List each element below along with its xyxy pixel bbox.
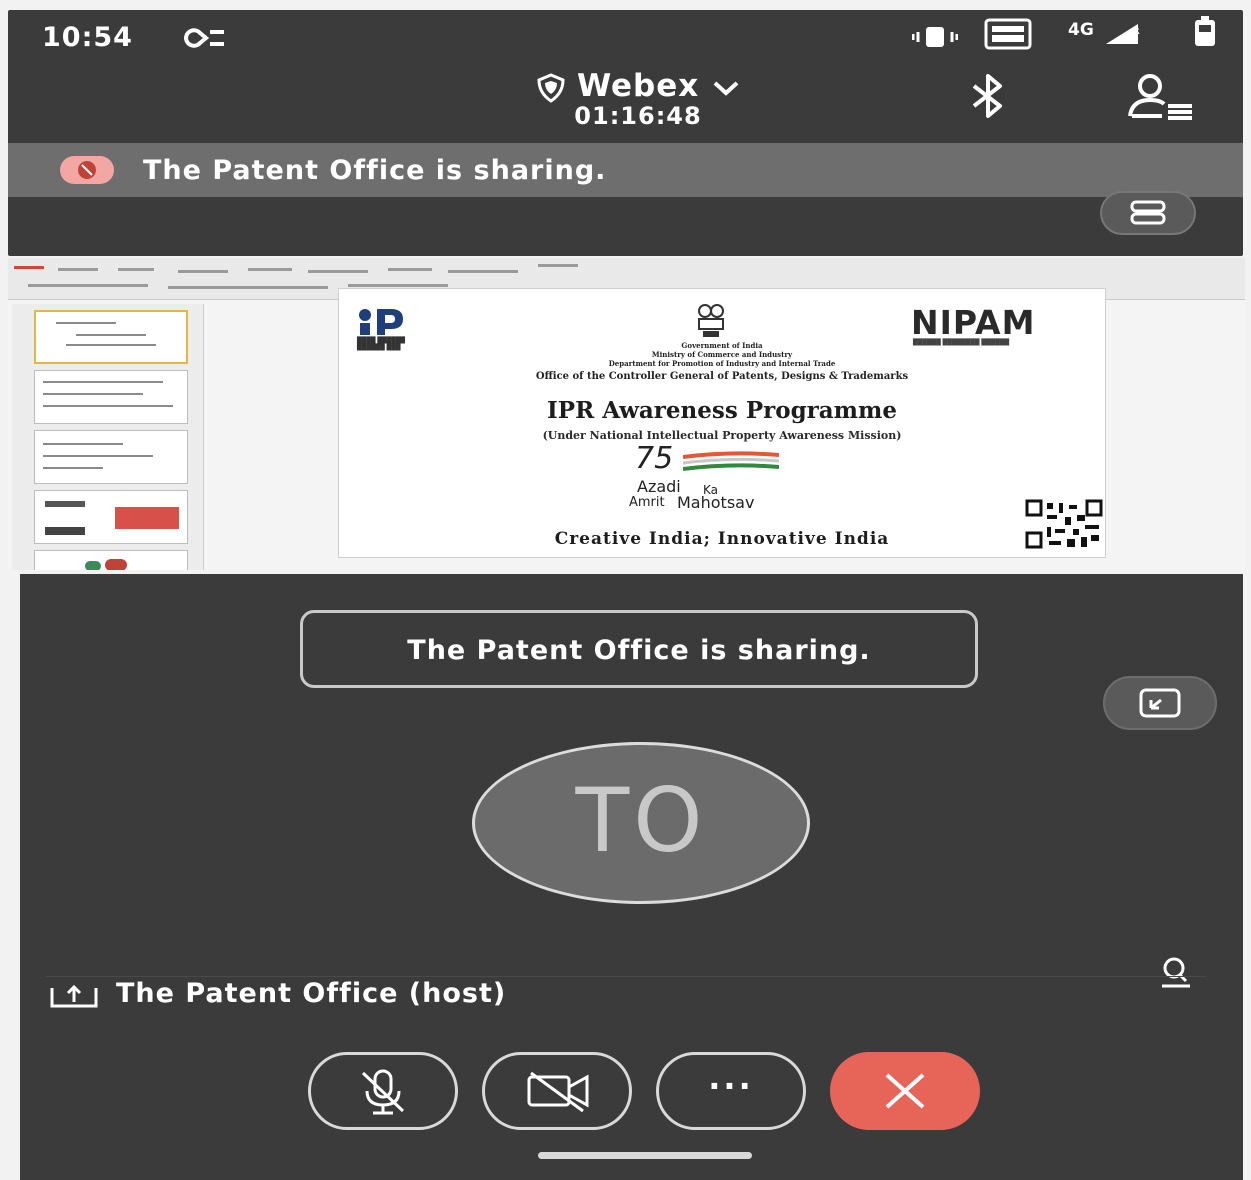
meeting-title-dropdown[interactable]: Webex 01:16:48: [508, 68, 768, 130]
meeting-stage: The Patent Office is sharing. TO The Pat…: [20, 574, 1243, 1180]
svg-text:R: R: [1132, 26, 1140, 37]
chevron-down-icon: [713, 81, 739, 96]
avatar-initials: TO: [575, 769, 707, 872]
sharing-notice: The Patent Office is sharing.: [300, 610, 978, 688]
switch-view-icon: [1139, 688, 1181, 718]
host-avatar: TO: [472, 742, 810, 904]
leave-meeting-button[interactable]: [830, 1052, 980, 1130]
participants-icon[interactable]: [1126, 72, 1198, 122]
switch-view-button[interactable]: [1103, 676, 1217, 730]
host-label: The Patent Office (host): [116, 978, 507, 1009]
slide-thumbnail[interactable]: [34, 430, 188, 484]
home-indicator[interactable]: [538, 1152, 752, 1159]
azadi-word: Azadi: [637, 477, 681, 496]
nipam-caption: ██████ ████████ ██████: [913, 339, 1010, 346]
more-options-button[interactable]: ···: [656, 1052, 806, 1130]
sharing-banner-text: The Patent Office is sharing.: [143, 155, 607, 186]
status-bar: 10:54 4G R: [8, 10, 1243, 66]
mahotsav-word: Mahotsav: [677, 493, 755, 512]
azadi-number: 75: [635, 441, 674, 476]
current-slide: ████ ██████ ██████ ███ Government of Indi…: [338, 288, 1106, 558]
amrit-word: Amrit: [629, 495, 665, 510]
slide-thumbnail[interactable]: [34, 370, 188, 424]
call-timer: 01:16:48: [574, 102, 702, 130]
sync-icon: [183, 28, 224, 48]
app-title: Webex: [576, 68, 700, 104]
shield-icon: [537, 72, 565, 103]
status-time: 10:54: [42, 22, 133, 53]
slide-title: IPR Awareness Programme: [547, 397, 897, 424]
vibrate-icon: [912, 27, 958, 47]
azadi-ka-amrit-mahotsav-logo: 75 Azadi Ka Amrit Mahotsav: [619, 441, 799, 513]
volte-icon: [984, 18, 1032, 50]
national-emblem-icon: [698, 304, 724, 337]
signal-icon: R: [1106, 24, 1140, 44]
nipam-logo: NIPAM: [911, 303, 1036, 342]
slide-thumbnail[interactable]: [34, 490, 188, 544]
battery-icon: [1195, 16, 1215, 46]
mute-button[interactable]: [308, 1052, 458, 1130]
slide-tagline: Creative India; Innovative India: [554, 529, 890, 549]
gov-line-3: Department for Promotion of Industry and…: [608, 359, 836, 368]
gov-line-2: Ministry of Commerce and Industry: [651, 350, 793, 359]
share-stop-icon: [78, 161, 96, 179]
more-icon: ···: [708, 1067, 754, 1105]
sharing-banner: The Patent Office is sharing.: [8, 143, 1243, 197]
gov-line-4: Office of the Controller General of Pate…: [535, 371, 909, 382]
slide-thumbnail[interactable]: [34, 310, 188, 364]
meeting-header-panel: 10:54 4G R Webex 01:16:48 The Patent Off…: [8, 10, 1243, 256]
network-type: 4G: [1068, 20, 1094, 40]
sharing-notice-text: The Patent Office is sharing.: [407, 635, 871, 666]
bluetooth-icon[interactable]: [964, 72, 1014, 120]
ip-india-logo: [359, 309, 403, 335]
shared-screen[interactable]: ████ ██████ ██████ ███ Government of Indi…: [8, 258, 1245, 570]
layout-toggle-button[interactable]: [1100, 191, 1196, 235]
layout-icon: [1130, 200, 1166, 225]
video-button[interactable]: [482, 1052, 632, 1130]
tricolor-flag-icon: [683, 451, 779, 471]
video-off-icon: [527, 1071, 589, 1113]
slide-thumbnails[interactable]: [12, 304, 204, 570]
mic-off-icon: [361, 1069, 405, 1115]
screen-share-indicator: [60, 156, 114, 184]
slide-subtitle: (Under National Intellectual Property Aw…: [542, 429, 902, 442]
close-icon: [885, 1073, 925, 1109]
slide-thumbnail[interactable]: [34, 550, 188, 570]
screen-share-icon: [50, 984, 98, 1008]
